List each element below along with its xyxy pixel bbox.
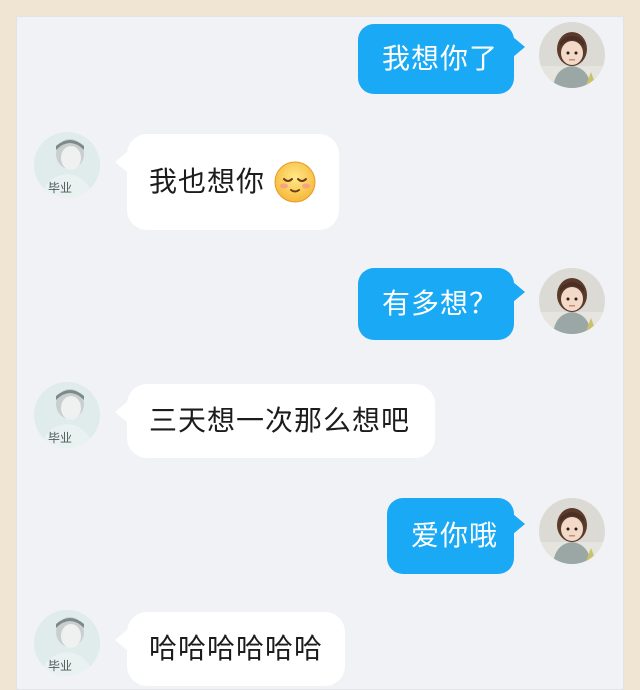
- message-text: 我也想你: [149, 165, 266, 198]
- message-text: 爱你哦: [411, 519, 499, 552]
- boy-avatar-icon[interactable]: 毕业: [34, 610, 100, 676]
- message-text: 三天想一次那么想吧: [149, 404, 411, 437]
- bubble-tail: [513, 37, 525, 57]
- message-bubble-sent[interactable]: 我想你了: [358, 24, 514, 94]
- girl-avatar-icon[interactable]: [539, 268, 605, 334]
- bubble-tail: [513, 282, 525, 302]
- message-bubble-received[interactable]: 我也想你: [127, 134, 339, 230]
- bubble-tail: [513, 514, 525, 534]
- bubble-tail: [115, 630, 127, 650]
- boy-avatar-icon[interactable]: 毕业: [34, 132, 100, 198]
- bubble-tail: [115, 152, 127, 172]
- message-bubble-received[interactable]: 三天想一次那么想吧: [127, 384, 435, 458]
- svg-text:毕业: 毕业: [48, 431, 72, 445]
- message-bubble-received[interactable]: 哈哈哈哈哈哈: [127, 612, 345, 686]
- message-bubble-sent[interactable]: 有多想？: [358, 268, 514, 340]
- svg-text:毕业: 毕业: [48, 181, 72, 195]
- girl-avatar-icon[interactable]: [539, 498, 605, 564]
- bubble-tail: [115, 402, 127, 422]
- message-text: 我想你了: [382, 42, 499, 75]
- chat-window: 我想你了 毕业 我也想你 有多想？ 毕业 三天想一次那么想吧 爱你哦 毕业 哈哈…: [16, 16, 624, 690]
- shy-smile-emoji-icon: [273, 160, 317, 204]
- message-text: 哈哈哈哈哈哈: [149, 632, 324, 665]
- svg-text:毕业: 毕业: [48, 659, 72, 673]
- boy-avatar-icon[interactable]: 毕业: [34, 382, 100, 448]
- girl-avatar-icon[interactable]: [539, 22, 605, 88]
- message-text: 有多想？: [382, 287, 499, 320]
- message-bubble-sent[interactable]: 爱你哦: [387, 498, 514, 574]
